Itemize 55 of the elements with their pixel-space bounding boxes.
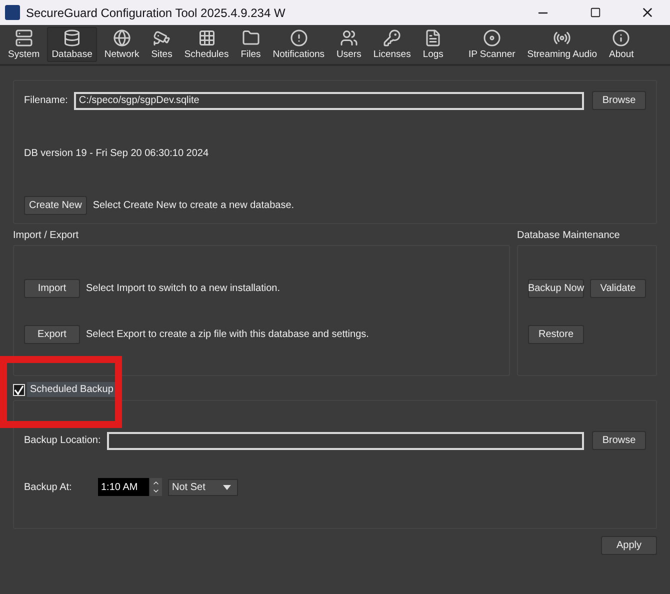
- key-icon: [383, 29, 402, 47]
- grid-icon: [198, 29, 216, 47]
- toolbar-tab[interactable]: Database: [46, 27, 98, 62]
- toolbar-tab[interactable]: Notifications: [268, 27, 330, 62]
- browse-button[interactable]: Browse: [592, 91, 646, 110]
- db-version-text: DB version 19 - Fri Sep 20 06:30:10 2024: [24, 148, 209, 159]
- maintenance-button[interactable]: Backup Now: [528, 279, 584, 298]
- alert-icon: [290, 29, 308, 47]
- action-button[interactable]: Import: [24, 279, 80, 298]
- section-title: Database Maintenance: [517, 230, 621, 241]
- server-icon: [14, 29, 33, 47]
- info-icon: [612, 29, 630, 47]
- apply-button[interactable]: Apply: [601, 536, 657, 555]
- window-title: SecureGuard Configuration Tool 2025.4.9.234 W: [26, 6, 286, 20]
- frequency-dropdown[interactable]: Not Set: [168, 478, 238, 496]
- action-button[interactable]: Export: [24, 325, 80, 344]
- field-label: Backup At:: [24, 482, 73, 492]
- filename-field[interactable]: C:/speco/sgp/sgpDev.sqlite: [74, 92, 584, 110]
- toolbar-tab[interactable]: Users: [332, 27, 366, 62]
- toolbar-tab[interactable]: Streaming Audio: [522, 27, 602, 62]
- hint-text: Select Export to create a zip file with this database and settings.: [86, 329, 369, 340]
- database-icon: [63, 29, 82, 47]
- create-new-button[interactable]: Create New: [24, 196, 87, 215]
- disc-icon: [482, 29, 501, 47]
- spin-buttons[interactable]: [150, 478, 162, 496]
- maintenance-button[interactable]: Validate: [590, 279, 646, 298]
- toolbar-tab[interactable]: Sites: [146, 27, 178, 62]
- toolbar-tab[interactable]: System: [3, 27, 45, 62]
- field-label: Backup Location:: [24, 435, 101, 446]
- toolbar-tab[interactable]: Schedules: [179, 27, 234, 62]
- browse-button[interactable]: Browse: [592, 431, 646, 450]
- users-icon: [340, 29, 358, 47]
- caret-icon: [223, 484, 231, 490]
- app-logo-icon: [5, 5, 20, 20]
- hint-text: Select Create New to create a new database.: [92, 200, 294, 211]
- time-field[interactable]: 1:10 AM: [98, 478, 149, 496]
- toolbar-tab[interactable]: Licenses: [368, 27, 416, 62]
- globe-icon: [112, 29, 131, 47]
- folder-icon: [242, 29, 260, 47]
- hint-text: Select Import to switch to a new installation.: [86, 283, 280, 294]
- toolbar-tab[interactable]: About: [604, 27, 639, 62]
- section-title: Import / Export: [13, 230, 80, 241]
- maximize-icon[interactable]: [590, 7, 600, 18]
- broadcast-icon: [553, 29, 572, 47]
- field-label: Filename:: [24, 95, 68, 106]
- toolbar-tab[interactable]: Network: [99, 27, 144, 62]
- camera-icon: [152, 29, 171, 47]
- toolbar-tab[interactable]: Files: [236, 27, 266, 62]
- toolbar-tab[interactable]: IP Scanner: [463, 27, 520, 62]
- backup-location-field[interactable]: [106, 432, 584, 450]
- scheduled-backup-checkbox[interactable]: [13, 384, 25, 396]
- toolbar-tab[interactable]: Logs: [418, 27, 448, 62]
- checkbox-label: Scheduled Backup: [27, 382, 116, 397]
- maintenance-button[interactable]: Restore: [528, 325, 584, 344]
- document-icon: [424, 29, 442, 47]
